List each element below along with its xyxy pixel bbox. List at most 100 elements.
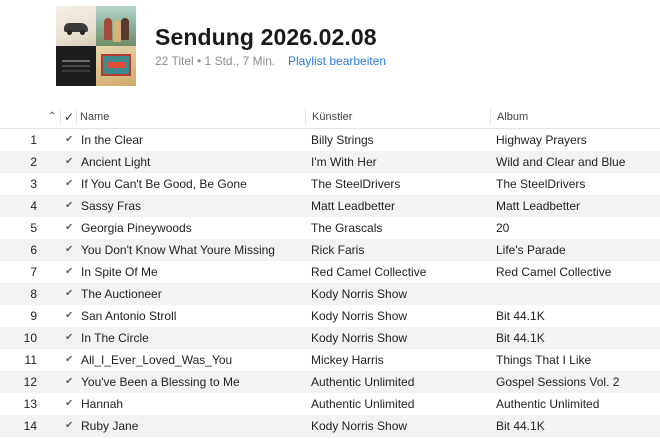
track-name: San Antonio Stroll [81,309,177,323]
track-artist: Kody Norris Show [311,309,408,323]
checkbox-check-icon[interactable]: ✔ [65,422,73,430]
playlist-summary: 22 Titel • 1 Std., 7 Min. [155,54,276,68]
playlist-page: Sendung 2026.02.08 22 Titel • 1 Std., 7 … [0,0,660,439]
track-name: In the Clear [81,133,144,147]
column-divider[interactable] [490,109,491,125]
table-row[interactable]: 6 ✔ You Don't Know What Youre Missing Rick … [0,239,660,261]
table-row[interactable]: 14 ✔ Ruby Jane Kody Norris Show Bit 44.1K [0,415,660,437]
checkbox-check-icon[interactable]: ✔ [65,378,73,386]
track-artist: Authentic Unlimited [311,375,415,389]
checkbox-check-icon[interactable]: ✔ [65,400,73,408]
track-artist: Kody Norris Show [311,419,408,433]
album-cover-4 [96,46,136,86]
sort-chevron-icon[interactable]: ⌃ [48,106,56,128]
table-row[interactable]: 3 ✔ If You Can't Be Good, Be Gone The Steel… [0,173,660,195]
track-number: 2 [30,155,37,169]
track-album: Things That I Like [496,353,592,367]
column-header-album[interactable]: Album [497,106,528,128]
track-number: 13 [23,397,37,411]
track-name: You Don't Know What Youre Missing [81,243,275,257]
track-artist: Matt Leadbetter [311,199,396,213]
track-album: Highway Prayers [496,133,587,147]
track-artist: Billy Strings [311,133,374,147]
edit-playlist-link[interactable]: Playlist bearbeiten [288,54,386,68]
checkbox-check-icon[interactable]: ✔ [65,180,73,188]
checkbox-check-icon[interactable]: ✔ [65,246,73,254]
checkbox-check-icon[interactable]: ✔ [65,356,73,364]
track-album: Bit 44.1K [496,309,545,323]
track-name: Hannah [81,397,124,411]
track-album: Bit 44.1K [496,331,545,345]
table-row[interactable]: 5 ✔ Georgia Pineywoods The Grascals 20 [0,217,660,239]
checkbox-check-icon[interactable]: ✔ [65,158,73,166]
track-number: 3 [30,177,37,191]
track-artist: Authentic Unlimited [311,397,415,411]
track-album: Wild and Clear and Blue [496,155,626,169]
table-row[interactable]: 11 ✔ All_I_Ever_Loved_Was_You Mickey Harris… [0,349,660,371]
table-row[interactable]: 9 ✔ San Antonio Stroll Kody Norris Show Bit … [0,305,660,327]
track-album [496,283,660,305]
playlist-header: Sendung 2026.02.08 22 Titel • 1 Std., 7 … [0,0,660,100]
track-name: Ruby Jane [81,419,139,433]
track-number: 9 [30,309,37,323]
column-header-name[interactable]: Name [80,106,109,128]
checkbox-check-icon[interactable]: ✔ [65,136,73,144]
track-number: 14 [23,419,37,433]
track-name: In Spite Of Me [81,265,158,279]
track-name: You've Been a Blessing to Me [81,375,240,389]
track-name: In The Circle [81,331,149,345]
table-row[interactable]: 4 ✔ Sassy Fras Matt Leadbetter Matt Leadbett… [0,195,660,217]
track-album: 20 [496,221,510,235]
album-cover-3 [56,46,96,86]
track-number: 8 [30,287,37,301]
checkbox-check-icon[interactable]: ✔ [65,202,73,210]
track-artist: The SteelDrivers [311,177,401,191]
track-name: Georgia Pineywoods [81,221,192,235]
table-row[interactable]: 12 ✔ You've Been a Blessing to Me Authentic… [0,371,660,393]
track-album: Red Camel Collective [496,265,612,279]
playlist-title: Sendung 2026.02.08 [155,24,377,50]
column-header-artist[interactable]: Künstler [312,106,352,128]
table-header: ⌃ ✓ Name Künstler Album [0,106,660,129]
track-number: 12 [23,375,37,389]
album-cover-2 [96,6,136,46]
album-cover-1 [56,6,96,46]
track-name: Sassy Fras [81,199,142,213]
track-name: The Auctioneer [81,287,162,301]
column-divider [60,109,61,125]
table-row[interactable]: 2 ✔ Ancient Light I'm With Her Wild and Clea… [0,151,660,173]
track-number: 10 [23,331,37,345]
column-header-check[interactable]: ✓ [64,106,74,128]
track-name: All_I_Ever_Loved_Was_You [81,353,233,367]
track-name: If You Can't Be Good, Be Gone [81,177,247,191]
track-number: 6 [30,243,37,257]
track-table: ⌃ ✓ Name Künstler Album 1 ✔ In the Clear Bi… [0,106,660,437]
track-album: Life's Parade [496,243,566,257]
track-artist: The Grascals [311,221,383,235]
table-row[interactable]: 10 ✔ In The Circle Kody Norris Show Bit 44.1… [0,327,660,349]
track-artist: Kody Norris Show [311,331,408,345]
track-artist: Rick Faris [311,243,365,257]
table-row[interactable]: 7 ✔ In Spite Of Me Red Camel Collective Red … [0,261,660,283]
checkbox-check-icon[interactable]: ✔ [65,312,73,320]
track-name: Ancient Light [81,155,151,169]
track-album: Matt Leadbetter [496,199,581,213]
track-number: 11 [24,353,37,367]
track-album: Bit 44.1K [496,419,545,433]
checkbox-check-icon[interactable]: ✔ [65,290,73,298]
checkbox-check-icon[interactable]: ✔ [65,268,73,276]
column-divider[interactable] [305,109,306,125]
track-album: Authentic Unlimited [496,397,600,411]
table-row[interactable]: 1 ✔ In the Clear Billy Strings Highway Praye… [0,129,660,151]
track-artist: Red Camel Collective [311,265,427,279]
table-row[interactable]: 13 ✔ Hannah Authentic Unlimited Authentic Un… [0,393,660,415]
track-artist: I'm With Her [311,155,377,169]
playlist-artwork[interactable] [56,6,136,86]
track-artist: Kody Norris Show [311,287,408,301]
track-number: 5 [30,221,37,235]
table-row[interactable]: 8 ✔ The Auctioneer Kody Norris Show [0,283,660,305]
track-number: 4 [30,199,37,213]
checkbox-check-icon[interactable]: ✔ [65,224,73,232]
track-number: 7 [30,265,37,279]
checkbox-check-icon[interactable]: ✔ [65,334,73,342]
